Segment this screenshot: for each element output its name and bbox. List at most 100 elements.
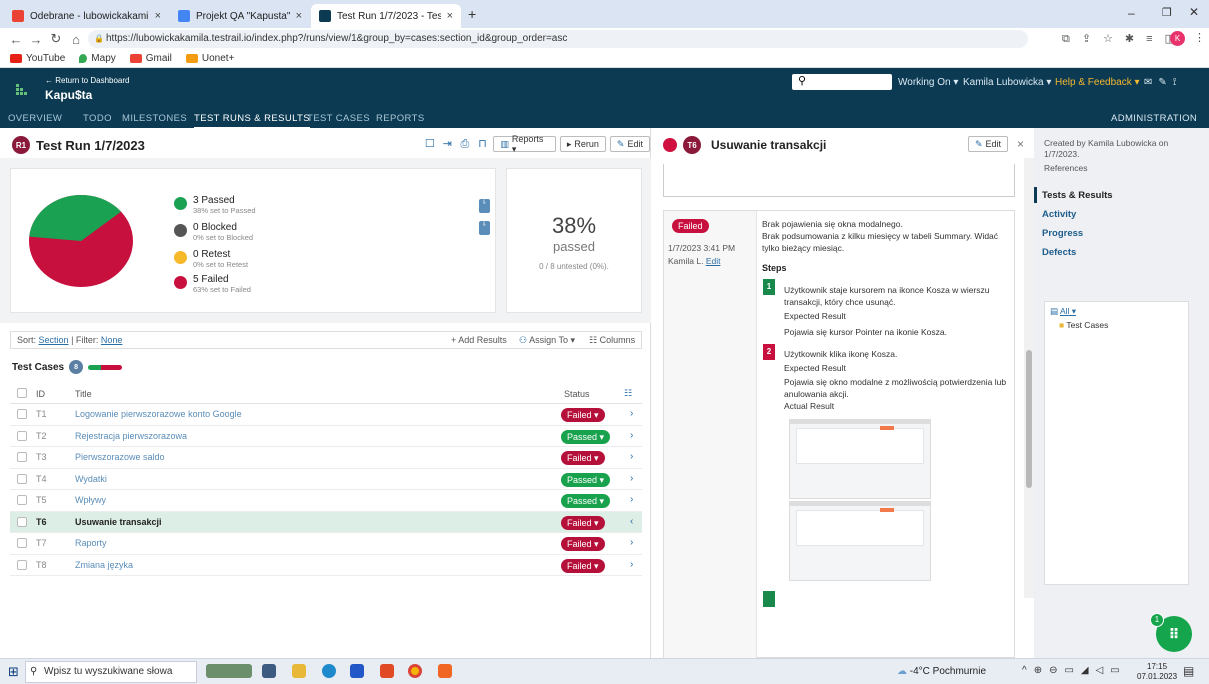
administration-link[interactable]: ADMINISTRATION — [1111, 113, 1197, 124]
reload-icon[interactable]: ↻ — [46, 31, 66, 47]
actual-result-screenshot[interactable] — [789, 419, 931, 499]
columns-button[interactable]: ☷ Columns — [589, 335, 635, 346]
row-checkbox[interactable] — [17, 495, 27, 505]
row-checkbox[interactable] — [17, 516, 27, 527]
case-title-link[interactable]: Rejestracja pierwszorazowa — [75, 431, 187, 441]
task-view-icon[interactable] — [262, 664, 276, 678]
taskbar-clock[interactable]: 17:15 07.01.2023 — [1137, 662, 1177, 682]
office-icon[interactable] — [380, 664, 394, 678]
filter-link[interactable]: None — [101, 335, 123, 345]
browser-actions[interactable]: ⧉⇪☆✱≡◫ — [1062, 32, 1187, 46]
author-edit-link[interactable]: Edit — [706, 256, 721, 266]
table-row[interactable]: T2 Rejestracja pierwszorazowa Passed ▾ › — [10, 426, 642, 447]
comment-icon[interactable]: ☐ — [423, 137, 437, 151]
sort-link[interactable]: Section — [39, 335, 69, 345]
header-search-input[interactable]: ⚲ — [792, 74, 892, 90]
row-checkbox[interactable] — [17, 452, 27, 462]
case-title-link[interactable]: Raporty — [75, 538, 107, 548]
close-icon[interactable]: × — [1017, 137, 1024, 151]
help-feedback-menu[interactable]: Help & Feedback ▾ — [1055, 77, 1140, 88]
table-row[interactable]: T5 Wpływy Passed ▾ › — [10, 490, 642, 512]
case-title-link[interactable]: Pierwszorazowe saldo — [75, 452, 165, 462]
sidebar-progress[interactable]: Progress — [1042, 228, 1083, 239]
status-dropdown[interactable]: Passed ▾ — [561, 494, 611, 508]
row-checkbox[interactable] — [17, 430, 27, 441]
header-icons[interactable]: ✉✎⟟ — [1144, 77, 1182, 88]
chrome-icon[interactable] — [408, 664, 422, 678]
row-checkbox[interactable] — [17, 559, 27, 570]
assign-to-button[interactable]: ⚇ Assign To ▾ — [519, 335, 575, 346]
case-title-link[interactable]: Zmiana języka — [75, 560, 133, 570]
download-csv-icon[interactable]: ⇩ — [479, 221, 490, 235]
edit-run-button[interactable]: ✎ Edit — [609, 136, 650, 152]
file-explorer-icon[interactable] — [292, 664, 306, 678]
restore-icon[interactable]: ❐ — [1162, 6, 1172, 19]
notifications-icon[interactable]: ▤ — [1183, 664, 1194, 678]
status-dropdown[interactable]: Passed ▾ — [561, 429, 611, 444]
column-settings-icon[interactable]: ☷ — [624, 388, 632, 399]
url-field[interactable]: 🔒 https://lubowickakamila.testrail.io/in… — [88, 30, 1028, 48]
chevron-left-icon[interactable]: ‹ — [630, 516, 633, 527]
bookmark-maps[interactable]: Mapy — [79, 53, 116, 64]
weather-widget[interactable]: ☁ -4°C Pochmurnie — [897, 666, 986, 677]
chevron-right-icon[interactable]: › — [630, 473, 633, 484]
reports-button[interactable]: ▥ Reports ▾ — [493, 134, 556, 154]
sidebar-activity[interactable]: Activity — [1042, 209, 1076, 220]
download-chart-icon[interactable]: ⇩ — [479, 199, 490, 213]
system-tray-icons[interactable]: ^⊕⊖▭◢◁▭ — [1022, 665, 1127, 676]
comment-textarea[interactable] — [663, 164, 1015, 197]
edit-test-button[interactable]: ✎ Edit — [968, 136, 1009, 152]
tab-milestones[interactable]: MILESTONES — [122, 113, 187, 124]
working-on-menu[interactable]: Working On ▾ — [898, 77, 958, 88]
bookmark-uonet[interactable]: Uonet+ — [185, 53, 234, 64]
tab-testrail[interactable]: Test Run 1/7/2023 - TestRail × — [311, 4, 461, 28]
status-dropdown[interactable]: Failed ▾ — [561, 537, 605, 551]
user-menu[interactable]: Kamila Lubowicka ▾ — [963, 77, 1051, 88]
chevron-right-icon[interactable]: › — [630, 408, 633, 419]
tab-test-runs[interactable]: TEST RUNS & RESULTS — [194, 113, 310, 129]
bookmark-gmail[interactable]: Gmail — [129, 53, 172, 64]
tab-reports[interactable]: REPORTS — [376, 113, 425, 124]
back-icon[interactable]: ← — [6, 32, 26, 47]
brave-icon[interactable] — [438, 664, 452, 678]
case-title-link[interactable]: Wpływy — [75, 495, 106, 505]
close-icon[interactable]: × — [155, 10, 161, 22]
row-checkbox[interactable] — [17, 538, 27, 548]
new-tab-icon[interactable]: + — [468, 6, 476, 22]
export-icon[interactable]: ⇥ — [441, 137, 455, 151]
chevron-right-icon[interactable]: › — [630, 559, 633, 570]
store-icon[interactable] — [350, 664, 364, 678]
chevron-right-icon[interactable]: › — [630, 451, 633, 462]
status-dropdown[interactable]: Passed ▾ — [561, 472, 611, 487]
status-dropdown[interactable]: Failed ▾ — [561, 558, 605, 573]
scroll-thumb[interactable] — [1026, 350, 1032, 488]
print-icon[interactable]: ⎙ — [458, 137, 472, 151]
chevron-right-icon[interactable]: › — [630, 494, 633, 505]
table-row[interactable]: T1 Logowanie pierwszorazowe konto Google F… — [10, 404, 642, 426]
tab-docs[interactable]: Projekt QA "Kapusta" - Dokumen × — [170, 4, 310, 28]
actual-result-screenshot[interactable] — [789, 501, 931, 581]
status-dropdown[interactable]: Failed ▾ — [561, 408, 605, 422]
status-dropdown[interactable]: Failed ▾ — [561, 451, 605, 465]
sidebar-tests-results[interactable]: Tests & Results — [1042, 190, 1113, 201]
lock-icon[interactable]: ⊓ — [476, 137, 490, 151]
forward-icon[interactable]: → — [26, 32, 46, 47]
home-icon[interactable]: ⌂ — [66, 32, 86, 47]
minimize-icon[interactable]: – — [1128, 6, 1135, 20]
tab-test-cases[interactable]: TEST CASES — [307, 113, 370, 124]
status-dropdown[interactable]: Failed ▾ — [561, 515, 605, 530]
widgets-icon[interactable] — [206, 664, 252, 678]
chevron-right-icon[interactable]: › — [630, 537, 633, 548]
return-to-dashboard-link[interactable]: ← Return to Dashboard — [45, 76, 130, 85]
case-title-link[interactable]: Wydatki — [75, 474, 107, 484]
case-title-link[interactable]: Logowanie pierwszorazowe konto Google — [75, 409, 242, 419]
table-row[interactable]: T6 Usuwanie transakcji Failed ▾ ‹ — [10, 511, 642, 533]
tab-gmail[interactable]: Odebrane - lubowickakamila@gm × — [4, 4, 169, 28]
table-row[interactable]: T3 Pierwszorazowe saldo Failed ▾ › — [10, 447, 642, 469]
row-checkbox[interactable] — [17, 409, 27, 419]
table-row[interactable]: T4 Wydatki Passed ▾ › — [10, 469, 642, 490]
profile-avatar[interactable]: K — [1170, 31, 1185, 46]
menu-icon[interactable]: ⋮ — [1194, 31, 1205, 44]
tree-all[interactable]: ▤ All ▾ — [1050, 306, 1076, 317]
tab-todo[interactable]: TODO — [83, 113, 112, 124]
